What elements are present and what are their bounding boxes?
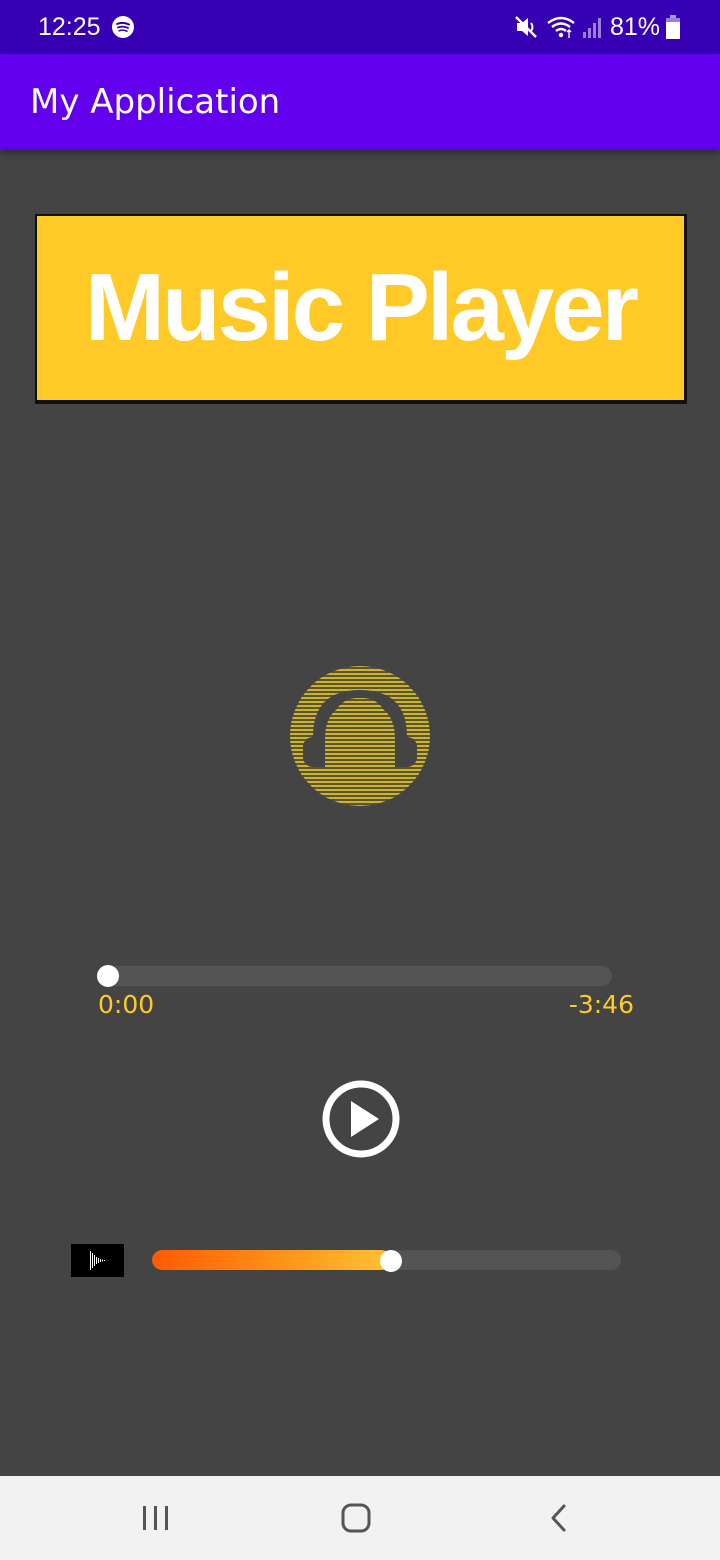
app-title: My Application: [30, 82, 281, 122]
status-bar: 12:25 81%: [0, 0, 720, 54]
seek-bar[interactable]: [98, 966, 612, 986]
recents-icon[interactable]: [138, 1500, 172, 1536]
status-time: 12:25: [38, 13, 101, 41]
play-icon: [351, 1101, 379, 1137]
app-bar: My Application: [0, 54, 720, 150]
home-icon[interactable]: [338, 1500, 374, 1536]
remaining-time: -3:46: [568, 990, 634, 1019]
volume-fill: [152, 1250, 392, 1270]
spotify-icon: [112, 16, 134, 38]
play-button[interactable]: [320, 1078, 402, 1160]
back-icon[interactable]: [544, 1500, 576, 1536]
volume-waveform-icon: [71, 1244, 124, 1277]
wifi-icon: [547, 16, 575, 38]
music-player-banner: Music Player: [35, 214, 687, 404]
banner-title: Music Player: [85, 254, 639, 361]
seek-thumb[interactable]: [97, 965, 119, 987]
battery-percentage: 81%: [609, 12, 660, 41]
battery-icon: [666, 15, 680, 39]
elapsed-time: 0:00: [98, 990, 155, 1019]
mute-icon: [515, 16, 537, 38]
headphones-icon: [290, 666, 430, 806]
signal-icon: [582, 18, 601, 38]
system-navigation-bar: [0, 1476, 720, 1560]
